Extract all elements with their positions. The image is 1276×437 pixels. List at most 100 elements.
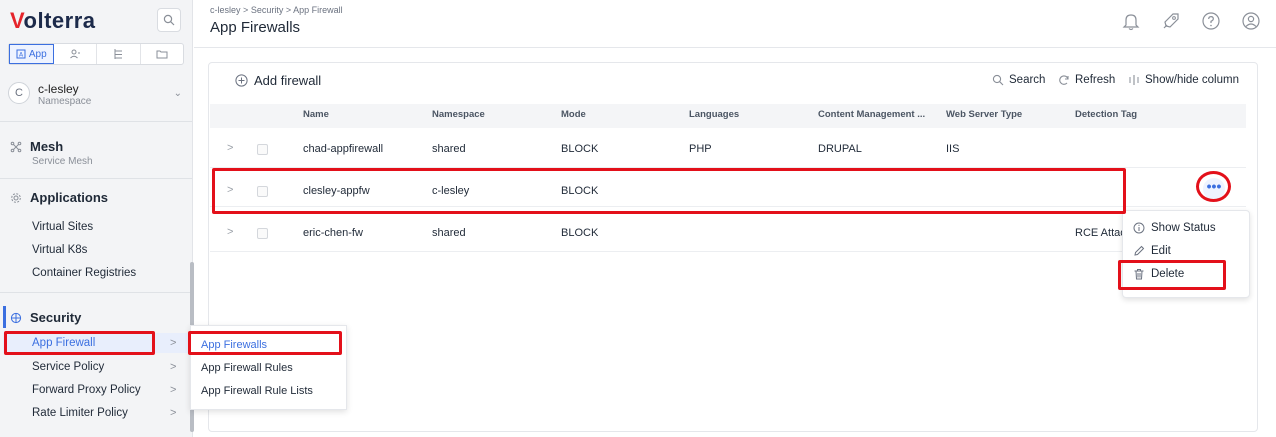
- sidebar-divider: [0, 292, 192, 293]
- workspace-tab-folder[interactable]: [141, 44, 184, 64]
- show-hide-column-label: Show/hide column: [1145, 74, 1239, 86]
- svg-text:A: A: [19, 52, 24, 59]
- show-hide-column-button[interactable]: Show/hide column: [1128, 74, 1239, 86]
- annotation-highlight-row: [212, 168, 1126, 214]
- submenu-item-app-firewall-rule-lists[interactable]: App Firewall Rule Lists: [201, 385, 313, 397]
- cell-namespace: shared: [432, 227, 466, 239]
- gear-icon: [11, 192, 21, 203]
- sidebar-section-applications[interactable]: Applications: [10, 190, 108, 205]
- cell-web-server-type: IIS: [946, 143, 960, 155]
- refresh-button[interactable]: Refresh: [1058, 74, 1115, 86]
- add-firewall-button[interactable]: Add firewall: [235, 73, 321, 88]
- annotation-highlight-app-firewall: [4, 331, 155, 355]
- workspace-tab-app[interactable]: A App: [9, 44, 54, 64]
- breadcrumb: c-lesley > Security > App Firewall: [210, 5, 343, 15]
- columns-icon: [1129, 75, 1139, 85]
- page-title: App Firewalls: [210, 19, 301, 36]
- annotation-highlight-delete: [1118, 260, 1226, 290]
- menu-item-edit[interactable]: Edit: [1133, 245, 1171, 257]
- sidebar-item-virtual-sites[interactable]: Virtual Sites: [32, 221, 93, 233]
- refresh-icon: [1059, 75, 1069, 85]
- sidebar-divider: [0, 121, 192, 122]
- breadcrumb-separator: >: [243, 5, 249, 15]
- sidebar-divider: [0, 178, 192, 179]
- search-icon: [992, 74, 1004, 86]
- sidebar-section-sublabel: Service Mesh: [32, 156, 93, 167]
- menu-item-label: Edit: [1151, 245, 1171, 257]
- submenu-item-app-firewall-rules[interactable]: App Firewall Rules: [201, 362, 293, 374]
- search-button[interactable]: Search: [992, 74, 1045, 86]
- workspace-tab-users[interactable]: [54, 44, 97, 64]
- sidebar-item-service-policy[interactable]: Service Policy: [32, 361, 104, 373]
- pencil-icon: [1134, 245, 1145, 256]
- refresh-label: Refresh: [1075, 74, 1116, 86]
- sidebar-section-label: Mesh: [30, 139, 64, 154]
- sidebar-item-virtual-k8s[interactable]: Virtual K8s: [32, 244, 87, 256]
- plus-circle-icon: [235, 74, 248, 87]
- info-icon: [1133, 222, 1145, 234]
- add-firewall-label: Add firewall: [254, 73, 322, 88]
- cell-name[interactable]: chad-appfirewall: [303, 143, 383, 155]
- breadcrumb-namespace[interactable]: c-lesley: [210, 5, 241, 15]
- column-header-name[interactable]: Name: [303, 109, 329, 120]
- menu-item-show-status[interactable]: Show Status: [1133, 222, 1216, 234]
- search-icon: [163, 14, 175, 26]
- column-header-web-server-type[interactable]: Web Server Type: [946, 109, 1022, 120]
- cell-name[interactable]: eric-chen-fw: [303, 227, 363, 239]
- annotation-highlight-app-firewalls: [188, 331, 342, 355]
- rocket-icon[interactable]: [1160, 10, 1182, 32]
- chevron-right-icon: >: [170, 407, 177, 419]
- menu-item-label: Show Status: [1151, 222, 1216, 234]
- column-header-languages[interactable]: Languages: [689, 109, 739, 120]
- sidebar-item-rate-limiter-policy[interactable]: Rate Limiter Policy: [32, 407, 128, 419]
- sidebar-item-container-registries[interactable]: Container Registries: [32, 267, 136, 279]
- cell-content-management: DRUPAL: [818, 143, 862, 155]
- user-account-icon[interactable]: [1240, 10, 1262, 32]
- sidebar-section-label: Security: [30, 310, 82, 325]
- breadcrumb-security[interactable]: Security: [251, 5, 284, 15]
- column-header-namespace[interactable]: Namespace: [432, 109, 485, 120]
- app-icon: A: [16, 49, 26, 59]
- shield-icon: [10, 312, 22, 323]
- namespace-sublabel: Namespace: [38, 96, 92, 107]
- section-active-indicator: [3, 306, 6, 328]
- chevron-down-icon: ⌄: [173, 88, 182, 99]
- users-icon: [69, 49, 80, 59]
- breadcrumb-separator: >: [285, 5, 292, 15]
- sidebar-section-mesh[interactable]: Mesh: [10, 139, 63, 154]
- chevron-right-icon: >: [170, 361, 177, 373]
- cell-languages: PHP: [689, 143, 712, 155]
- chevron-right-icon: >: [170, 337, 177, 349]
- namespace-selector[interactable]: C c-lesley Namespace ⌄: [8, 78, 184, 112]
- sidebar-item-forward-proxy-policy[interactable]: Forward Proxy Policy: [32, 384, 141, 396]
- cell-mode: BLOCK: [561, 143, 599, 155]
- chevron-right-icon: >: [170, 384, 177, 396]
- cell-mode: BLOCK: [561, 227, 599, 239]
- cell-detection-tag: RCE Attac: [1075, 227, 1126, 239]
- namespace-avatar: C: [8, 82, 30, 104]
- volterra-logo[interactable]: Volterra: [10, 8, 96, 34]
- row-checkbox[interactable]: [257, 144, 268, 155]
- header-divider: [194, 47, 1276, 48]
- expand-row-icon[interactable]: >: [227, 142, 233, 154]
- tree-icon: [114, 49, 123, 59]
- sidebar-section-security[interactable]: Security: [10, 310, 81, 325]
- workspace-tabs: A App: [8, 43, 184, 65]
- folder-icon: [156, 50, 168, 59]
- workspace-tab-tree[interactable]: [97, 44, 141, 64]
- search-label: Search: [1009, 74, 1046, 86]
- cell-namespace: shared: [432, 143, 466, 155]
- bell-icon[interactable]: [1120, 10, 1142, 32]
- column-header-detection-tag[interactable]: Detection Tag: [1075, 109, 1137, 120]
- column-header-mode[interactable]: Mode: [561, 109, 586, 120]
- row-checkbox[interactable]: [257, 228, 268, 239]
- mesh-icon: [10, 141, 22, 152]
- column-header-content-management[interactable]: Content Management ...: [818, 109, 925, 120]
- annotation-highlight-more-button: [1196, 171, 1231, 202]
- expand-row-icon[interactable]: >: [227, 226, 233, 238]
- workspace-tab-label: App: [28, 48, 47, 60]
- sidebar-search-button[interactable]: [157, 8, 181, 32]
- breadcrumb-app-firewall[interactable]: App Firewall: [293, 5, 343, 15]
- namespace-name: c-lesley: [38, 82, 79, 96]
- help-icon[interactable]: [1200, 10, 1222, 32]
